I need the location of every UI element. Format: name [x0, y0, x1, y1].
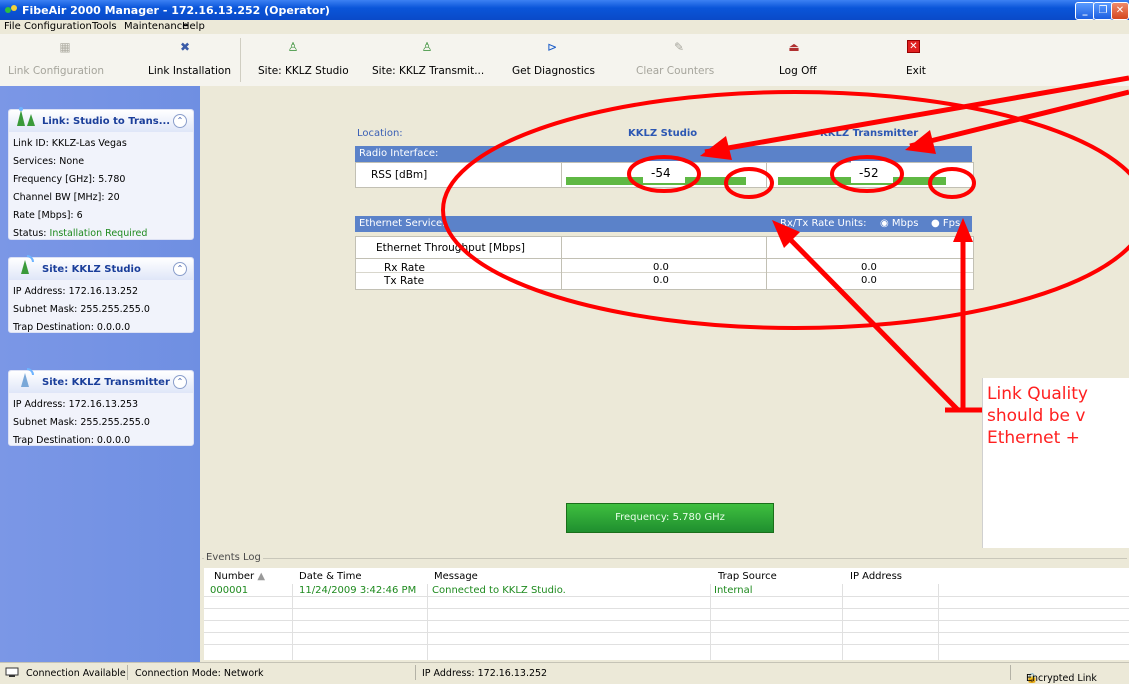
monitor-icon: [5, 667, 19, 677]
status-ip: IP Address: 172.16.13.252: [422, 668, 548, 679]
status-separator: [1010, 665, 1011, 680]
grid-line: [204, 632, 1129, 633]
connection-mode: Connection Mode: Network: [135, 668, 264, 679]
grid-line: [204, 644, 1129, 645]
table-row[interactable]: 000001 11/24/2009 3:42:46 PM Connected t…: [204, 584, 1129, 596]
status-separator: [415, 665, 416, 680]
col-trap-source[interactable]: Trap Source: [718, 571, 777, 582]
events-header: Number ▲ Date & Time Message Trap Source…: [204, 568, 1129, 585]
connection-status: Connection Available: [26, 668, 126, 679]
status-bar: Connection Available Connection Mode: Ne…: [0, 662, 1129, 684]
grid-line: [204, 608, 1129, 609]
col-message[interactable]: Message: [434, 571, 478, 582]
grid-line: [204, 620, 1129, 621]
status-separator: [127, 665, 128, 680]
events-log-title: Events Log: [204, 552, 263, 563]
col-datetime[interactable]: Date & Time: [299, 571, 362, 582]
annotation-note: Link Quality should be v Ethernet +: [982, 378, 1129, 548]
col-ip-address[interactable]: IP Address: [850, 571, 902, 582]
grid-line: [204, 596, 1129, 597]
col-number[interactable]: Number ▲: [214, 571, 265, 582]
